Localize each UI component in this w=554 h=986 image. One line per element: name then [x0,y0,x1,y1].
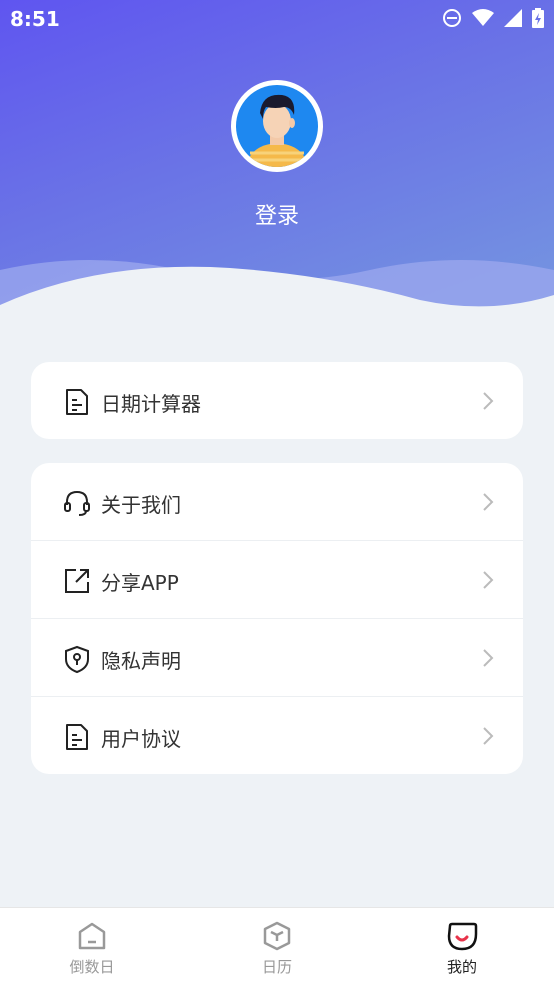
chevron-right-icon [483,571,494,589]
countdown-icon [78,922,106,950]
tab-label: 日历 [261,958,292,976]
avatar[interactable] [231,80,323,172]
tab-calendar[interactable]: 日历 [185,908,369,986]
signal-icon [504,9,522,27]
status-time: 8:51 [10,7,60,31]
login-button[interactable]: 登录 [0,198,554,230]
battery-icon [532,8,544,28]
menu-item-privacy[interactable]: 隐私声明 [31,619,523,697]
share-icon [65,569,89,593]
headset-icon [64,490,90,516]
tab-mine[interactable]: 我的 [370,908,554,986]
profile-header: 8:51 登录 [0,0,554,310]
mine-face-icon [447,922,478,951]
chevron-right-icon [483,649,494,667]
menu-card-info: 关于我们 分享APP 隐私声明 用户协议 [31,463,523,774]
chevron-right-icon [483,392,494,410]
avatar-image [236,85,318,167]
tab-label: 倒数日 [69,958,115,976]
do-not-disturb-icon [443,9,461,27]
chevron-right-icon [483,727,494,745]
tab-label: 我的 [446,958,477,976]
wifi-icon [472,9,494,26]
menu-item-user-agreement[interactable]: 用户协议 [31,697,523,774]
tab-countdown[interactable]: 倒数日 [0,908,184,986]
menu-card-tools: 日期计算器 [31,362,523,439]
menu-item-share-app[interactable]: 分享APP [31,541,523,619]
status-bar: 8:51 [0,0,554,38]
calendar-cube-icon [263,921,291,951]
status-icons [442,8,544,28]
chevron-right-icon [483,493,494,511]
document-icon [66,389,88,415]
bottom-tab-bar: 倒数日 日历 我的 [0,907,554,986]
menu-item-label: 日期计算器 [101,392,201,416]
menu-item-about-us[interactable]: 关于我们 [31,463,523,541]
document-icon [66,724,88,750]
menu-item-label: 用户协议 [101,727,181,751]
menu-item-label: 关于我们 [101,493,181,517]
header-wave [0,260,554,310]
menu-item-label: 分享APP [101,571,179,595]
menu-item-date-calculator[interactable]: 日期计算器 [31,362,523,439]
shield-icon [65,645,89,674]
menu-item-label: 隐私声明 [101,649,181,673]
